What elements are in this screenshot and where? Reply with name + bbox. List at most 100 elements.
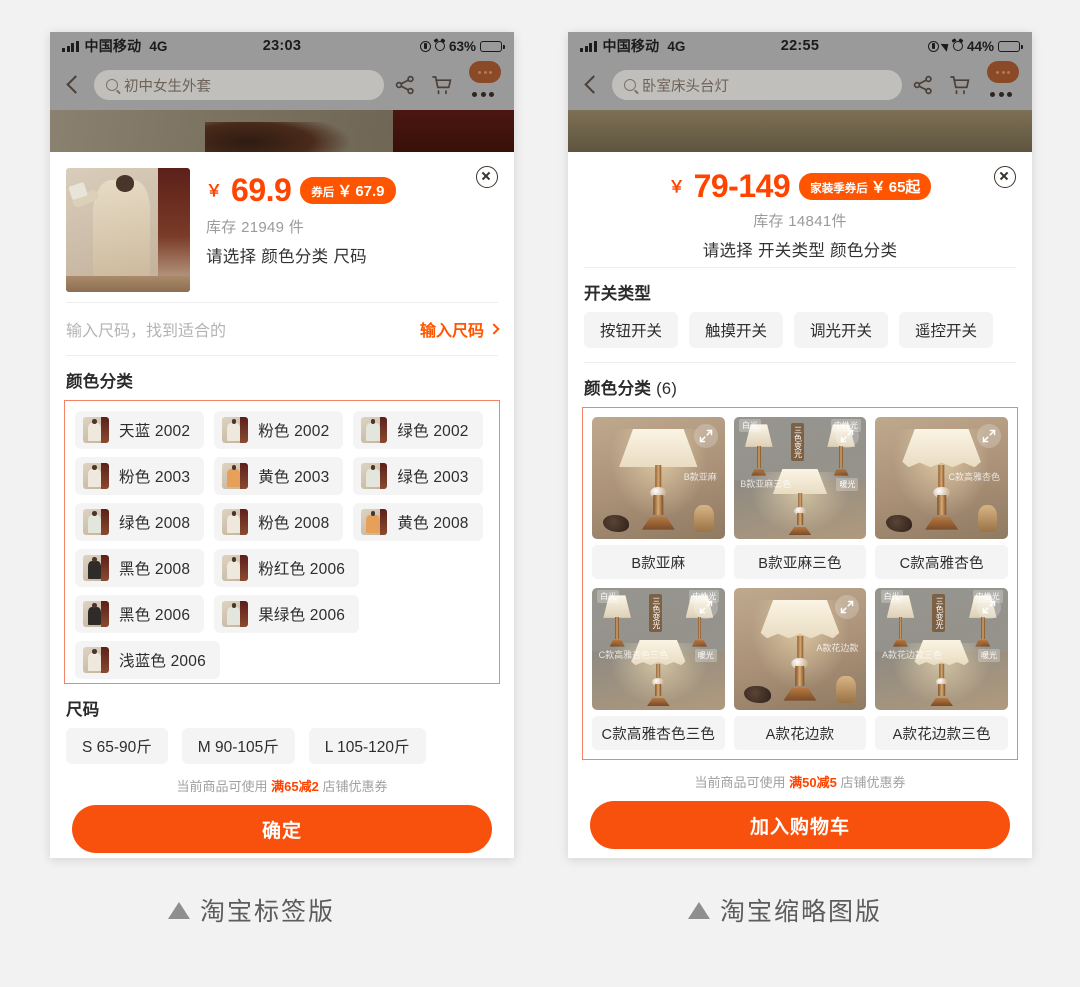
color-option-label: 黑色 2006 [119,607,191,624]
more-dots-row [990,92,1012,97]
color-thumbnail-card[interactable]: 三色变光 白光 中性光 暖光 A款花边款三色 A款花边款三色 [875,588,1008,751]
caption-right: 淘宝缩略图版 [688,892,882,928]
color-thumbnail-grid: B款亚麻 B款亚麻 三色变光 白光 中性光 暖光 B款亚麻三色 B款亚麻三色 C款高雅杏色 C款高… [592,417,1008,751]
color-thumbnail-label: A款花边款 [733,716,867,751]
color-option-tag[interactable]: 粉色 2008 [214,503,344,541]
product-header: ￥ 79-149 家装季券后 ￥ 65起 库存 14841件 请选择 开关类型 … [568,152,1032,267]
color-option-tag[interactable]: 绿色 2003 [353,457,483,495]
color-section-title: 颜色分类 (6) [568,363,1032,407]
color-option-tag[interactable]: 黄色 2003 [214,457,344,495]
confirm-button[interactable]: 确定 [72,805,492,853]
color-thumbnail-image[interactable]: C款高雅杏色 [875,417,1008,540]
nav-bar: 卧室床头台灯 [568,60,1032,110]
coupon-note-prefix: 当前商品可使用 [694,775,790,791]
color-thumbnail-card[interactable]: C款高雅杏色 C款高雅杏色 [875,417,1008,580]
color-section-title: 颜色分类 [66,373,134,391]
color-thumbnail-image[interactable]: B款亚麻 [592,417,725,540]
alarm-icon [434,41,445,51]
switch-option-tag[interactable]: 调光开关 [794,312,889,348]
close-circle-icon[interactable] [994,166,1016,188]
expand-icon[interactable] [693,595,718,620]
coupon-price: 67.9 [355,182,385,200]
color-option-tag[interactable]: 粉色 2002 [214,411,344,449]
color-option-label: 粉色 2003 [119,469,191,486]
color-option-thumbnail [83,509,109,535]
color-option-tag[interactable]: 黑色 2006 [75,595,205,633]
size-option-tag[interactable]: L 105-120斤 [308,728,426,764]
size-finder-row[interactable]: 输入尺码，找到适合的 输入尺码 [50,303,514,355]
color-thumbnail-card[interactable]: B款亚麻 B款亚麻 [592,417,725,580]
switch-option-label: 按钮开关 [600,323,663,340]
color-options-highlight-box: 天蓝 2002 粉色 2002 绿色 2002 粉色 2003 黄色 2003 绿色 20… [64,400,500,684]
search-icon [106,79,118,91]
expand-icon[interactable] [977,424,1001,448]
color-option-thumbnail [361,509,388,535]
search-input[interactable]: 初中女生外套 [94,70,384,100]
nav-actions [912,61,1020,100]
color-thumbnail-image[interactable]: A款花边款 [733,588,867,711]
color-option-tag[interactable]: 绿色 2008 [75,503,205,541]
expand-icon[interactable] [835,595,860,620]
switch-option-tag[interactable]: 遥控开关 [899,312,994,348]
color-option-label: 果绿色 2006 [258,607,346,624]
color-option-thumbnail [83,463,109,489]
more-dots-icon[interactable] [986,61,1020,100]
color-thumbnail-image[interactable]: 三色变光 白光 中性光 暖光 C款高雅杏色三色 [592,588,725,711]
phone-mockup-right: 中国移动 4G 22:55 44% 卧室床头台灯 ￥ 79-149 家装季券后 … [568,32,1032,858]
cart-icon[interactable] [948,74,972,96]
more-dots-icon[interactable] [468,61,502,100]
stock-label: 库存 21949 件 [206,219,305,236]
size-option-tag[interactable]: S 65-90斤 [66,728,168,764]
switch-option-tag[interactable]: 触摸开关 [689,312,784,348]
color-option-tag[interactable]: 果绿色 2006 [214,595,360,633]
size-option-tag[interactable]: M 90-105斤 [181,728,295,764]
product-header: ￥ 69.9 券后 ￥ 67.9 库存 21949 件 请选择 颜色分类 尺码 [50,152,514,302]
hero-banner [50,110,514,152]
coupon-currency: ￥ [337,182,353,200]
battery-icon [998,40,1023,52]
product-photo[interactable] [66,168,190,292]
switch-option-tag[interactable]: 按钮开关 [584,312,679,348]
color-option-label: 黄色 2008 [397,515,469,532]
image-watermark: A款花边款三色 [881,650,942,661]
chevron-left-icon[interactable] [62,74,84,96]
battery-icon [480,40,505,52]
search-input[interactable]: 卧室床头台灯 [612,70,902,100]
cart-icon[interactable] [430,74,454,96]
color-thumbnail-image[interactable]: 三色变光 白光 中性光 暖光 A款花边款三色 [875,588,1008,711]
share-icon[interactable] [912,74,934,96]
color-option-tag[interactable]: 粉红色 2006 [214,549,360,587]
color-option-tag[interactable]: 天蓝 2002 [75,411,205,449]
color-options-highlight-box: B款亚麻 B款亚麻 三色变光 白光 中性光 暖光 B款亚麻三色 B款亚麻三色 C款高雅杏色 C款高… [582,407,1018,761]
caption-right-label: 淘宝缩略图版 [720,898,883,926]
image-watermark: C款高雅杏色 [948,471,1001,482]
more-bubble [469,61,501,83]
color-option-tag[interactable]: 粉色 2003 [75,457,205,495]
color-thumbnail-card[interactable]: 三色变光 白光 中性光 暖光 C款高雅杏色三色 C款高雅杏色三色 [592,588,725,751]
sku-sheet: ￥ 69.9 券后 ￥ 67.9 库存 21949 件 请选择 颜色分类 尺码 … [50,152,514,853]
color-thumbnail-card[interactable]: 三色变光 白光 中性光 暖光 B款亚麻三色 B款亚麻三色 [733,417,867,580]
switch-option-grid: 按钮开关 触摸开关 调光开关 遥控开关 [568,312,1032,348]
close-circle-icon[interactable] [476,166,498,188]
expand-icon[interactable] [693,424,718,448]
color-option-tag[interactable]: 黄色 2008 [353,503,483,541]
color-option-label: 绿色 2003 [397,469,469,486]
share-icon[interactable] [394,74,416,96]
size-option-label: S 65-90斤 [82,739,152,756]
color-thumbnail-label: B款亚麻 [592,545,725,580]
chevron-left-icon[interactable] [580,74,602,96]
color-option-tag[interactable]: 黑色 2008 [75,549,205,587]
expand-icon[interactable] [977,595,1001,620]
size-finder-action[interactable]: 输入尺码 [420,317,500,341]
coupon-price: 65起 [888,178,921,196]
add-to-cart-button[interactable]: 加入购物车 [590,801,1010,850]
decor-rock [602,514,630,532]
color-thumbnail-card[interactable]: A款花边款 A款花边款 [733,588,867,751]
color-option-tag[interactable]: 浅蓝色 2006 [75,641,220,679]
color-thumbnail-image[interactable]: 三色变光 白光 中性光 暖光 B款亚麻三色 [733,417,867,540]
triangle-up-icon [688,901,710,919]
status-bar: 中国移动 4G 22:55 44% [568,32,1032,60]
color-option-label: 浅蓝色 2006 [119,653,206,670]
color-option-label: 黑色 2008 [119,561,191,578]
color-option-tag[interactable]: 绿色 2002 [353,411,483,449]
